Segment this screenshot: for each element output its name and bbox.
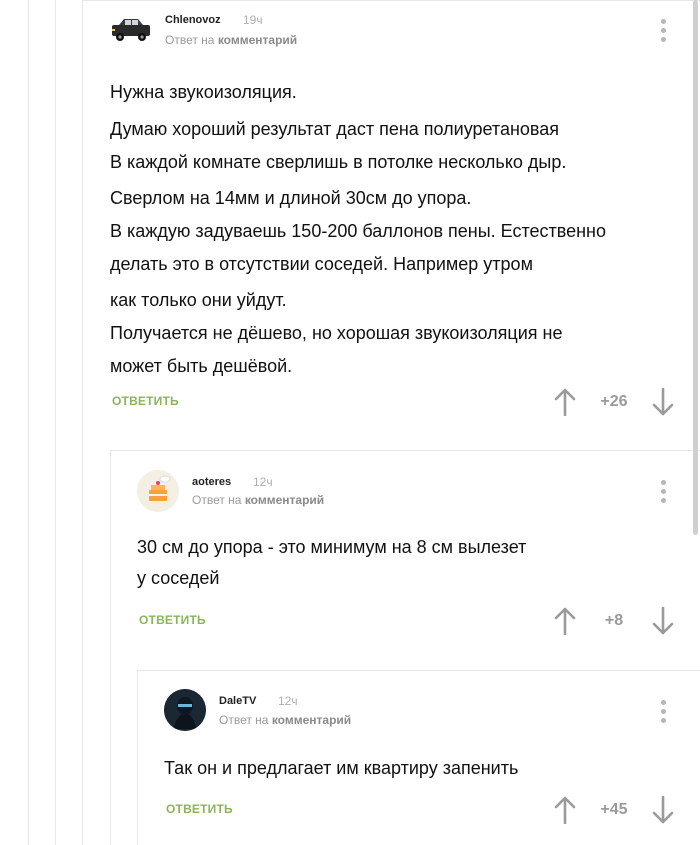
comment-body: 30 см до упора - это минимум на 8 см выл… (137, 532, 677, 594)
upvote-arrow-icon[interactable] (554, 388, 576, 417)
comment-author[interactable]: Chlenovoz (165, 14, 221, 26)
comment-time: 12ч (278, 694, 298, 708)
comment-text-line: В каждой комнате сверлишь в потолке неск… (110, 152, 567, 172)
more-options-icon[interactable] (661, 700, 667, 727)
reply-button[interactable]: ОТВЕТИТЬ (112, 394, 179, 408)
comment-text-line: как только они уйдут. (110, 290, 287, 310)
reply-to-note[interactable]: Ответ на комментарий (219, 713, 351, 727)
reply-to-note[interactable]: Ответ на комментарий (192, 493, 324, 507)
comment-score: +26 (600, 393, 628, 410)
reply-target-link[interactable]: комментарий (245, 493, 324, 507)
comment-text-line: делать это в отсутствии соседей. Наприме… (110, 254, 533, 274)
comment-body: Нужна звукоизоляция. Думаю хороший резул… (110, 76, 690, 383)
comment-text-line: Получается не дёшево, но хорошая звукоиз… (110, 323, 563, 343)
comment-score: +45 (600, 801, 628, 818)
downvote-arrow-icon[interactable] (652, 606, 674, 635)
comment-text-line: В каждую задуваешь 150-200 баллонов пены… (110, 221, 607, 241)
downvote-arrow-icon[interactable] (652, 795, 674, 824)
ninja-avatar-icon[interactable] (164, 689, 206, 731)
comment-time: 12ч (253, 475, 273, 489)
comment-score: +8 (604, 612, 624, 629)
comment-body: Так он и предлагает им квартиру запенить (164, 752, 684, 785)
reply-prefix: Ответ на (165, 33, 215, 47)
car-avatar-icon[interactable] (110, 16, 152, 44)
comment-2: aoteres 12ч Ответ на комментарий 30 см д… (0, 450, 700, 670)
upvote-arrow-icon[interactable] (554, 796, 576, 825)
downvote-arrow-icon[interactable] (652, 387, 674, 416)
comment-author[interactable]: aoteres (192, 476, 231, 488)
reply-button[interactable]: ОТВЕТИТЬ (139, 613, 206, 627)
comment-text-line: у соседей (137, 568, 220, 588)
comment-text-line: Сверлом на 14мм и длиной 30см до упора. (110, 188, 472, 208)
reply-to-note[interactable]: Ответ на комментарий (165, 33, 297, 47)
upvote-arrow-icon[interactable] (554, 607, 576, 636)
more-options-icon[interactable] (661, 480, 667, 507)
comment-text-line: Думаю хороший результат даст пена полиур… (110, 119, 560, 139)
reply-target-link[interactable]: комментарий (272, 713, 351, 727)
comment-text-line: 30 см до упора - это минимум на 8 см выл… (137, 537, 527, 557)
comment-time: 19ч (243, 13, 263, 27)
more-options-icon[interactable] (661, 19, 667, 46)
comment-text-line: может быть дешёвой. (110, 356, 293, 376)
reply-prefix: Ответ на (219, 713, 269, 727)
reply-prefix: Ответ на (192, 493, 242, 507)
comment-1: Chlenovoz 19ч Ответ на комментарий Нужна… (0, 0, 700, 450)
comment-text-line: Так он и предлагает им квартиру запенить (164, 758, 519, 778)
reply-target-link[interactable]: комментарий (218, 33, 297, 47)
cake-avatar-icon[interactable] (137, 470, 179, 512)
reply-button[interactable]: ОТВЕТИТЬ (166, 802, 233, 816)
comment-author[interactable]: DaleTV (219, 695, 256, 707)
comment-text-line: Нужна звукоизоляция. (110, 82, 297, 102)
comment-3: DaleTV 12ч Ответ на комментарий Так он и… (0, 670, 700, 845)
